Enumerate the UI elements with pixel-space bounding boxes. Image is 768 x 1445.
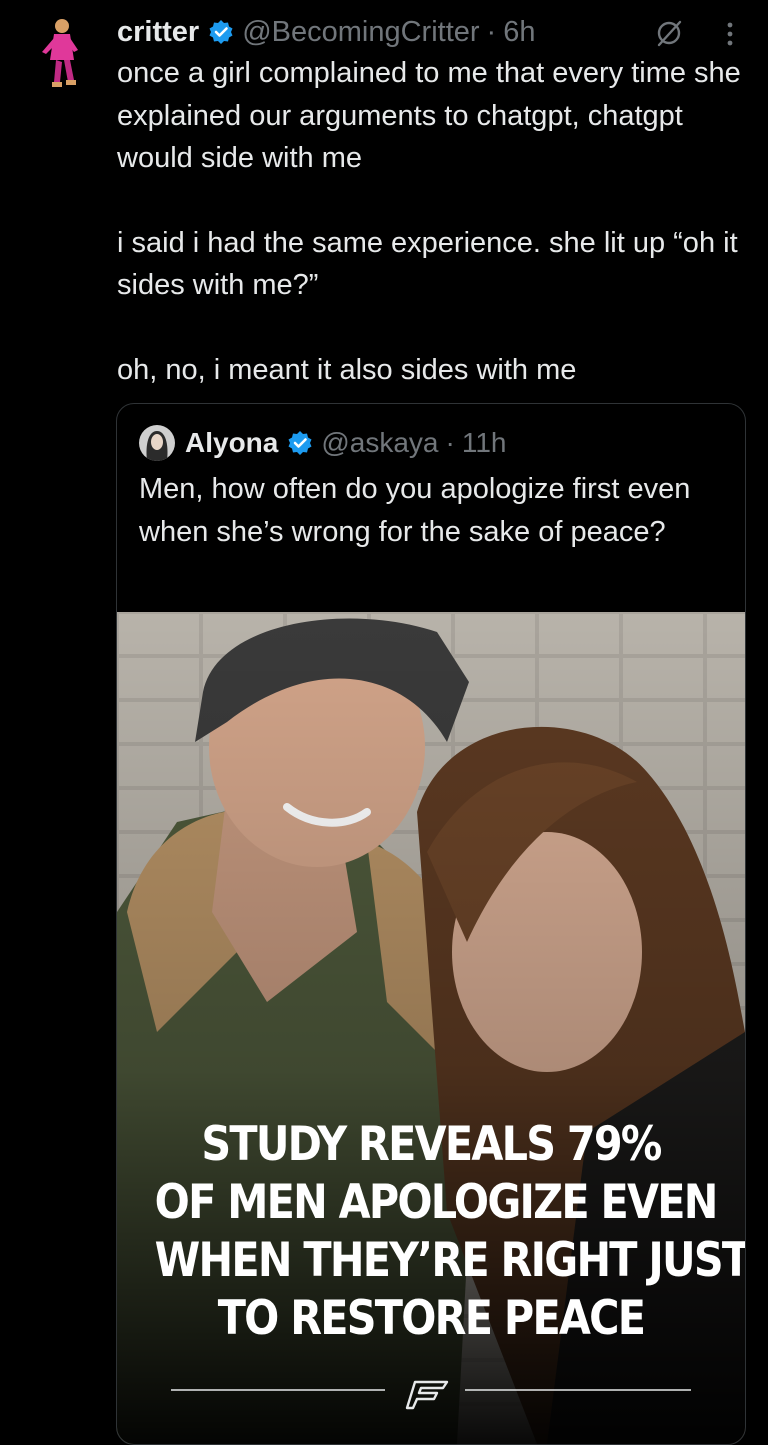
publisher-logo-icon: [405, 1380, 449, 1410]
tweet-paragraph: oh, no, i meant it also sides with me: [117, 353, 577, 386]
headline-line: WHEN THEY’RE RIGHT JUST: [154, 1233, 745, 1288]
headline-line: TO RESTORE PEACE: [217, 1291, 646, 1346]
separator-dot: ·: [445, 427, 455, 458]
headline-line: STUDY REVEALS 79%: [201, 1117, 662, 1172]
tweet-text: once a girl complained to me that every …: [117, 52, 747, 391]
quoted-tweet-timestamp[interactable]: 11h: [462, 427, 507, 459]
verified-badge-icon: [287, 430, 313, 456]
quoted-tweet-image[interactable]: STUDY REVEALS 79% OF MEN APOLOGIZE EVEN …: [117, 612, 745, 1444]
quoted-author-handle[interactable]: @askaya: [321, 427, 438, 459]
quoted-tweet-header: Alyona @askaya · 11h: [139, 424, 506, 462]
publisher-logo-row: [171, 1372, 691, 1412]
author-avatar[interactable]: [34, 16, 86, 96]
tweet-paragraph: once a girl complained to me that every …: [117, 57, 741, 174]
quoted-author-avatar[interactable]: [139, 425, 175, 461]
verified-badge-icon: [208, 19, 234, 45]
quoted-tweet-card[interactable]: Alyona @askaya · 11h Men, how often do y…: [116, 403, 746, 1445]
quoted-author-name[interactable]: Alyona: [185, 427, 278, 459]
image-headline: STUDY REVEALS 79% OF MEN APOLOGIZE EVEN …: [154, 1116, 745, 1348]
grok-icon[interactable]: [654, 18, 684, 48]
tweet-timestamp[interactable]: 6h: [503, 16, 535, 49]
author-handle[interactable]: @BecomingCritter: [242, 16, 479, 49]
headline-line: OF MEN APOLOGIZE EVEN: [154, 1175, 719, 1230]
tweet-header: critter @BecomingCritter · 6h: [117, 12, 737, 52]
author-name[interactable]: critter: [117, 16, 199, 49]
separator-dot: ·: [486, 15, 497, 48]
more-options-icon[interactable]: [722, 20, 738, 48]
quoted-tweet-text: Men, how often do you apologize first ev…: [139, 473, 691, 548]
tweet-paragraph: i said i had the same experience. she li…: [117, 226, 738, 302]
